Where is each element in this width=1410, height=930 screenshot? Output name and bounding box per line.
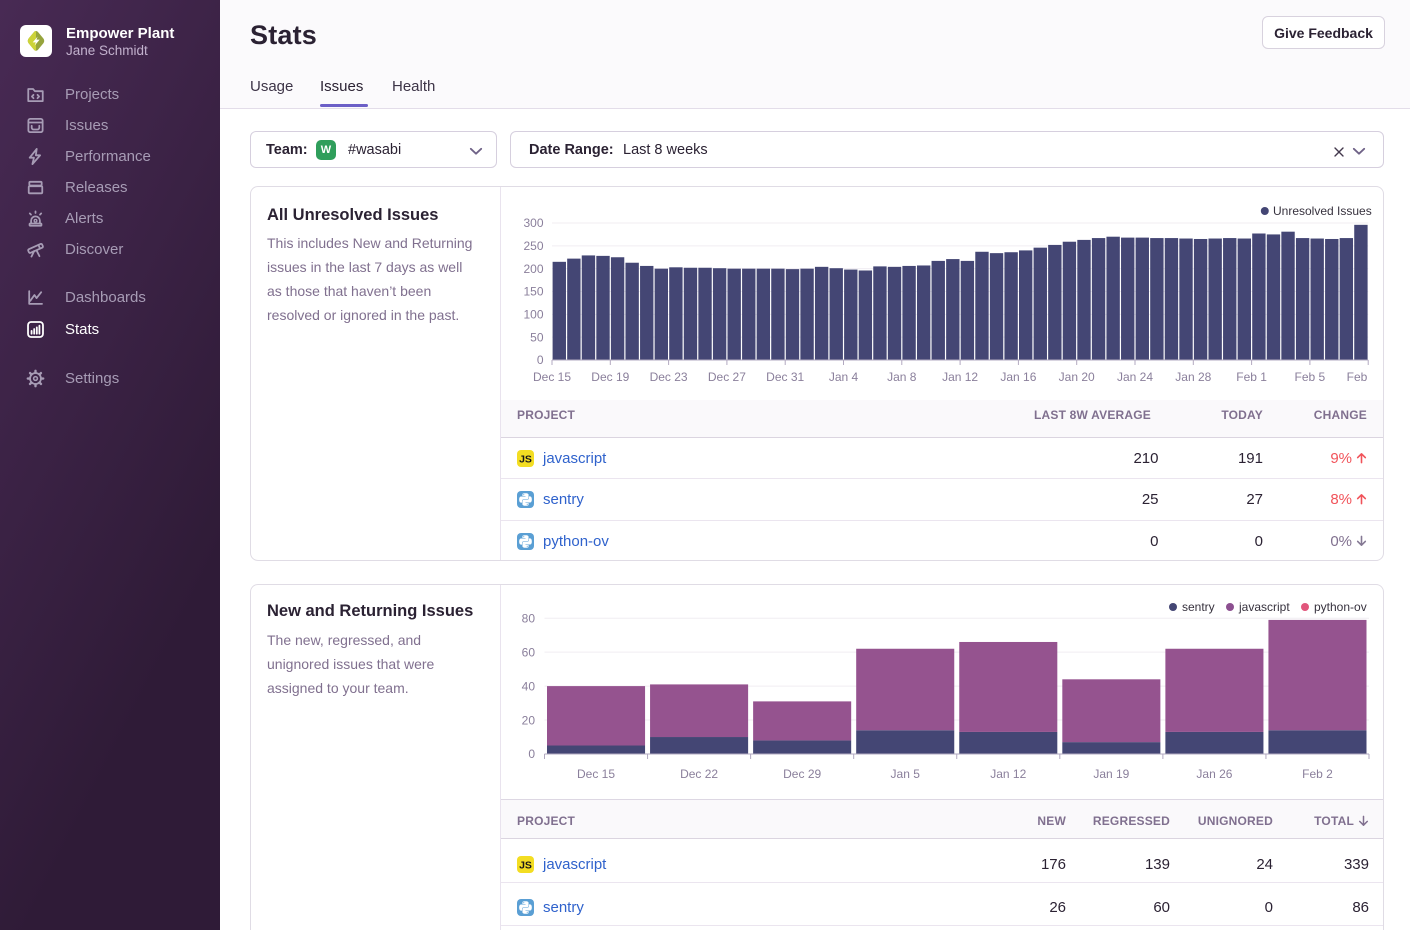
svg-text:Feb 1: Feb 1 <box>1236 370 1267 384</box>
svg-text:200: 200 <box>523 262 543 276</box>
svg-text:Dec 15: Dec 15 <box>577 767 615 781</box>
svg-text:Dec 29: Dec 29 <box>783 767 821 781</box>
svg-text:Jan 12: Jan 12 <box>942 370 978 384</box>
svg-text:0: 0 <box>537 353 544 367</box>
svg-text:Dec 23: Dec 23 <box>650 370 688 384</box>
svg-text:80: 80 <box>522 611 536 625</box>
svg-text:40: 40 <box>522 679 536 693</box>
svg-text:Feb 2: Feb 2 <box>1302 767 1333 781</box>
svg-text:60: 60 <box>522 645 536 659</box>
svg-text:JS: JS <box>519 859 532 871</box>
svg-text:300: 300 <box>523 216 543 230</box>
svg-text:JS: JS <box>519 453 532 465</box>
svg-text:Dec 27: Dec 27 <box>708 370 746 384</box>
svg-text:250: 250 <box>523 239 543 253</box>
svg-text:Jan 8: Jan 8 <box>887 370 917 384</box>
svg-text:Jan 24: Jan 24 <box>1117 370 1153 384</box>
svg-text:50: 50 <box>530 330 544 344</box>
svg-text:Dec 22: Dec 22 <box>680 767 718 781</box>
svg-text:Jan 28: Jan 28 <box>1175 370 1211 384</box>
svg-text:python-ov: python-ov <box>1314 600 1367 614</box>
svg-text:Dec 31: Dec 31 <box>766 370 804 384</box>
svg-text:Unresolved Issues: Unresolved Issues <box>1273 204 1372 218</box>
svg-text:20: 20 <box>522 713 536 727</box>
svg-text:Feb: Feb <box>1347 370 1368 384</box>
svg-text:Dec 19: Dec 19 <box>591 370 629 384</box>
svg-text:Dec 15: Dec 15 <box>533 370 571 384</box>
svg-text:Feb 5: Feb 5 <box>1295 370 1326 384</box>
svg-text:Jan 4: Jan 4 <box>829 370 859 384</box>
svg-text:Jan 19: Jan 19 <box>1093 767 1129 781</box>
svg-text:Jan 12: Jan 12 <box>990 767 1026 781</box>
svg-text:sentry: sentry <box>1182 600 1215 614</box>
svg-text:150: 150 <box>523 285 543 299</box>
svg-text:javascript: javascript <box>1238 600 1290 614</box>
svg-text:0: 0 <box>528 747 535 761</box>
svg-text:Jan 20: Jan 20 <box>1059 370 1095 384</box>
svg-text:Jan 26: Jan 26 <box>1196 767 1232 781</box>
svg-text:Jan 5: Jan 5 <box>891 767 921 781</box>
svg-text:100: 100 <box>523 308 543 322</box>
svg-text:Jan 16: Jan 16 <box>1000 370 1036 384</box>
